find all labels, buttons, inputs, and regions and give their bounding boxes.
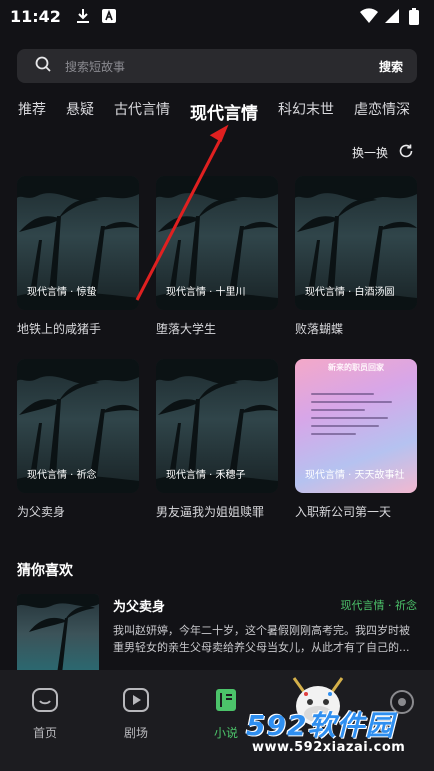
story-cover: 现代言情 · 祈念	[17, 359, 139, 493]
refresh-label: 换一换	[351, 146, 388, 160]
status-bar: 11:42	[0, 0, 434, 32]
story-card[interactable]: 现代言情 · 惊蛰 地铁上的咸猪手	[17, 176, 139, 337]
story-tag: 现代言情 · 惊蛰	[27, 287, 97, 298]
recommend-cover	[17, 594, 99, 674]
search-button[interactable]: 搜索	[379, 58, 403, 75]
story-cover: 现代言情 · 禾穗子	[156, 359, 278, 493]
story-cover: 现代言情 · 十里川	[156, 176, 278, 310]
wifi-icon	[360, 8, 378, 24]
watermark: 592软件园 www.592xiazai.com	[246, 700, 434, 771]
story-tag: 现代言情 · 祈念	[27, 470, 97, 481]
recommend-title: 为父卖身	[113, 600, 166, 615]
watermark-url: www.592xiazai.com	[252, 740, 406, 755]
category-tabs: 推荐 悬疑 古代言情 现代言情 科幻末世 虐恋情深	[18, 92, 434, 126]
home-icon	[31, 686, 59, 718]
recommend-description: 我叫赵妍婷，今年二十岁，这个暑假刚刚高考完。我四岁时被重男轻女的亲生父母卖给养父…	[113, 624, 410, 654]
battery-icon	[408, 8, 424, 25]
story-card[interactable]: 现代言情 · 白酒汤圆 败落蝴蝶	[295, 176, 417, 337]
recommend-tag: 现代言情 · 祈念	[340, 599, 418, 612]
story-card[interactable]: 现代言情 · 十里川 堕落大学生	[156, 176, 278, 337]
search-bar[interactable]: 搜索短故事 搜索	[17, 49, 417, 83]
story-tag: 现代言情 · 十里川	[166, 287, 246, 298]
story-title: 堕落大学生	[156, 322, 217, 336]
recommend-item[interactable]: 为父卖身 现代言情 · 祈念 我叫赵妍婷，今年二十岁，这个暑假刚刚高考完。我四岁…	[17, 594, 417, 674]
tab-modern-romance[interactable]: 现代言情	[190, 99, 258, 124]
refresh-button[interactable]: 换一换	[352, 143, 414, 162]
story-title: 男友逼我为姐姐赎罪	[156, 505, 265, 519]
section-title-guess: 猜你喜欢	[17, 563, 73, 579]
story-title: 入职新公司第一天	[295, 505, 392, 519]
tab-recommend[interactable]: 推荐	[18, 99, 46, 119]
story-title: 败落蝴蝶	[295, 322, 344, 336]
story-card[interactable]: 现代言情 · 禾穗子 男友逼我为姐姐赎罪	[156, 359, 278, 520]
app-a-icon	[101, 8, 117, 24]
status-time: 11:42	[10, 6, 61, 26]
book-icon	[212, 686, 240, 718]
signal-icon	[384, 8, 400, 24]
story-title: 为父卖身	[17, 505, 66, 519]
tab-tragic-romance[interactable]: 虐恋情深	[354, 99, 410, 119]
story-cover: 现代言情 · 惊蛰	[17, 176, 139, 310]
refresh-icon	[398, 143, 414, 162]
cover-text-lines	[311, 393, 401, 441]
story-tag: 现代言情 · 禾穗子	[166, 470, 246, 481]
nav-label: 首页	[32, 726, 57, 740]
story-cover: 新来的职员回家 现代言情 · 天天故事社	[295, 359, 417, 493]
tab-ancient-romance[interactable]: 古代言情	[114, 99, 170, 119]
search-icon	[35, 56, 51, 76]
story-card[interactable]: 新来的职员回家 现代言情 · 天天故事社 入职新公司第一天	[295, 359, 417, 520]
tab-suspense[interactable]: 悬疑	[66, 99, 94, 119]
watermark-brand: 592软件园	[246, 709, 395, 742]
tab-scifi[interactable]: 科幻末世	[278, 99, 334, 119]
download-icon	[75, 8, 91, 24]
story-title: 地铁上的咸猪手	[17, 322, 102, 336]
nav-label: 剧场	[123, 726, 148, 740]
story-tag: 现代言情 · 天天故事社	[305, 470, 405, 481]
cover-heading: 新来的职员回家	[328, 363, 384, 372]
nav-home[interactable]: 首页	[15, 686, 75, 741]
nav-label: 小说	[213, 726, 238, 740]
search-input[interactable]: 搜索短故事	[65, 58, 125, 75]
story-cover: 现代言情 · 白酒汤圆	[295, 176, 417, 310]
story-tag: 现代言情 · 白酒汤圆	[305, 287, 395, 298]
play-icon	[122, 686, 150, 718]
nav-theater[interactable]: 剧场	[106, 686, 166, 741]
story-card[interactable]: 现代言情 · 祈念 为父卖身	[17, 359, 139, 520]
